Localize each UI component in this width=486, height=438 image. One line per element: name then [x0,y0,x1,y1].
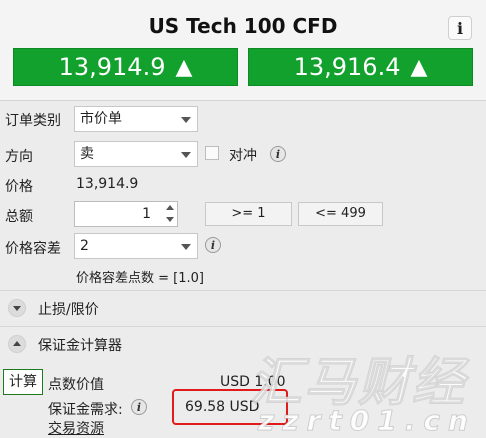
amount-max-box: <= 499 [298,202,383,226]
calculate-button[interactable]: 计算 [3,369,43,395]
direction-select[interactable]: 卖 [74,141,198,167]
ask-price: 13,916.4 [293,53,401,81]
amount-min-box: >= 1 [205,202,292,226]
increment-icon[interactable] [166,205,174,210]
instrument-info-button[interactable]: i [448,16,472,40]
price-value: 13,914.9 [76,176,139,192]
info-icon: i [456,18,464,38]
margin-requirement-label: 保证金需求: [48,402,123,418]
amount-value: 1 [142,206,151,222]
chevron-down-icon [181,152,191,158]
bid-price: 13,914.9 [58,53,166,81]
trade-ticket-header: US Tech 100 CFD i 13,914.9 ▲ 13,916.4 ▲ [0,0,486,101]
bid-price-button[interactable]: 13,914.9 ▲ [13,48,238,86]
direction-label: 方向 [5,149,33,165]
hedge-info-icon[interactable]: i [270,146,286,162]
pip-value: USD 1.00 [220,374,286,390]
price-label: 价格 [5,179,33,195]
order-type-value: 市价单 [80,111,122,127]
chevron-down-icon [181,117,191,123]
margin-calculator-section[interactable]: 保证金计算器 [0,326,486,361]
hedge-checkbox[interactable] [205,146,219,160]
margin-info-icon[interactable]: i [131,399,147,415]
chevron-down-icon [8,299,26,317]
tolerance-label: 价格容差 [5,241,61,257]
tolerance-points-text: 价格容差点数 = [1.0] [76,271,204,286]
order-type-select[interactable]: 市价单 [74,106,198,132]
instrument-title: US Tech 100 CFD [148,14,338,38]
ask-price-button[interactable]: 13,916.4 ▲ [248,48,473,86]
decrement-icon[interactable] [166,217,174,222]
trading-resources-link[interactable]: 交易资源 [48,418,104,438]
up-arrow-icon: ▲ [410,54,428,80]
direction-value: 卖 [80,146,94,162]
pip-value-label: 点数价值 [48,377,104,393]
chevron-up-icon [8,335,26,353]
chevron-down-icon [181,244,191,250]
amount-input[interactable]: 1 [74,201,178,227]
hedge-label: 对冲 [229,148,257,164]
watermark-url: zzrt01.cn [258,404,476,438]
stop-limit-section[interactable]: 止损/限价 [0,290,486,325]
tolerance-select[interactable]: 2 [74,233,198,259]
up-arrow-icon: ▲ [175,54,193,80]
highlight-box [172,389,288,425]
order-type-label: 订单类别 [5,113,61,129]
amount-label: 总额 [5,209,33,225]
stop-limit-title: 止损/限价 [38,302,99,318]
tolerance-info-icon[interactable]: i [205,237,221,253]
tolerance-value: 2 [80,238,89,254]
margin-calculator-title: 保证金计算器 [38,338,122,354]
